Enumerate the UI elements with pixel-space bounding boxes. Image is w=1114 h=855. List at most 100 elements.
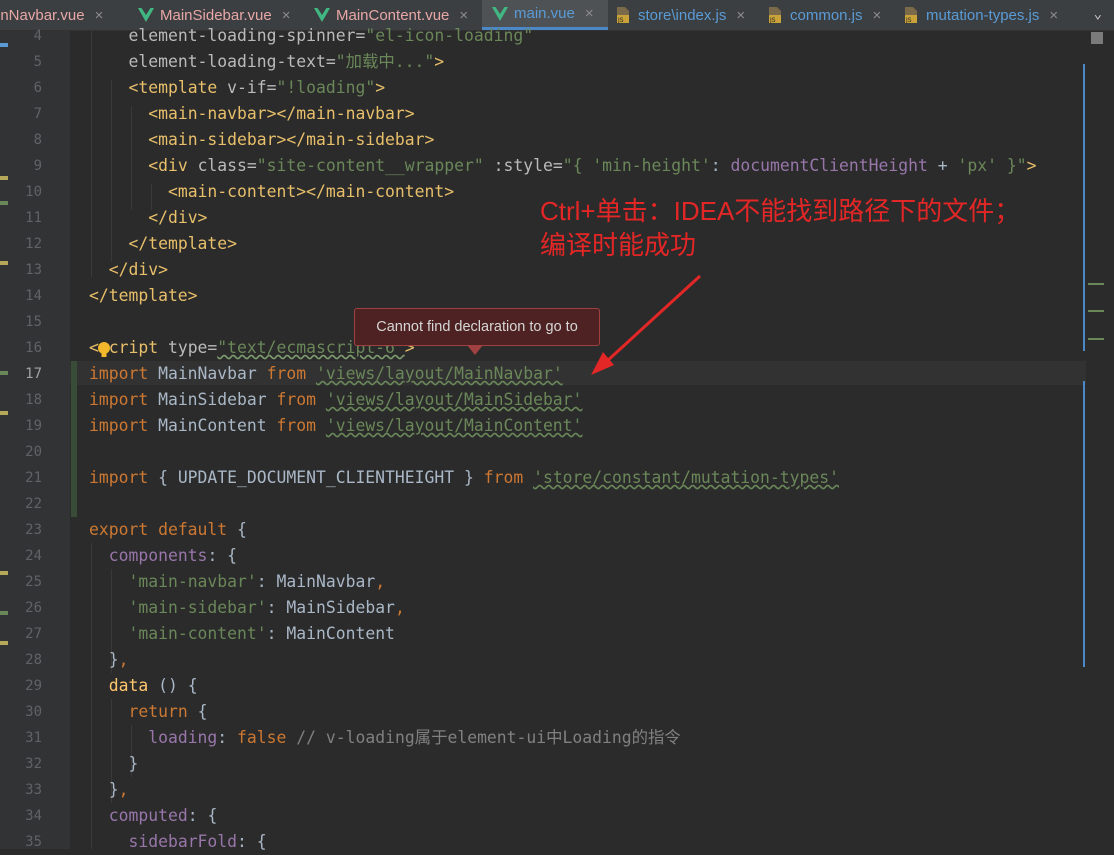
line-number: 23 [25,522,42,538]
code-line: components: { [108,546,238,565]
close-icon[interactable]: × [282,7,291,24]
tab-mutation-types-js[interactable]: JS mutation-types.js × [896,0,1078,30]
vcs-change-bar [71,361,77,517]
line-number: 24 [25,548,42,564]
code-editor[interactable]: element-loading-spinner="el-icon-loading… [70,26,1114,851]
line-number: 35 [25,834,42,850]
editor-scrollbar[interactable] [1090,31,1114,849]
marker [0,261,8,265]
close-icon[interactable]: × [459,7,468,24]
tab-label: mutation-types.js [926,6,1040,24]
error-tooltip: Cannot find declaration to go to [354,308,600,346]
line-number: 33 [25,782,42,798]
line-number: 15 [25,314,42,330]
tab-label: MainSidebar.vue [160,6,272,24]
code-line: </template> [128,234,238,253]
js-file-icon: JS [769,7,781,23]
code-line: </div> [148,208,208,227]
marker [0,371,8,375]
code-line: } [128,754,139,773]
js-file-icon: JS [905,7,917,23]
line-number: 16 [25,340,42,356]
code-line: computed: { [108,806,218,825]
marker [0,611,8,615]
line-number: 8 [33,132,42,148]
line-number: 29 [25,678,42,694]
line-number: 12 [25,236,42,252]
svg-text:JS: JS [905,17,912,23]
code-line: <main-content></main-content> [167,182,455,201]
svg-text:JS: JS [769,17,776,23]
line-number: 25 [25,574,42,590]
change-marker [1088,283,1104,285]
marker [0,571,8,575]
code-line: </div> [108,260,168,279]
marker [0,641,8,645]
close-icon[interactable]: × [585,5,594,22]
line-number: 19 [25,418,42,434]
line-number: 18 [25,392,42,408]
line-number: 27 [25,626,42,642]
vue-icon [314,8,330,22]
change-marker [1088,338,1104,340]
tab-store-index-js[interactable]: JS store\index.js × [608,0,758,30]
line-number: 7 [33,106,42,122]
line-number: 30 [25,704,42,720]
lightbulb-icon[interactable] [97,341,111,359]
line-number: 17 [25,366,42,382]
code-line: import MainContent from 'views/layout/Ma… [89,416,583,435]
tab-label: MainContent.vue [336,6,450,24]
tab-label: store\index.js [638,6,727,24]
vue-icon [138,8,154,22]
marker [0,176,8,180]
tab-list-chevron-icon[interactable]: ⌄ [1094,6,1102,22]
code-line: return { [128,702,208,721]
code-line: 'main-content': MainContent [128,624,395,643]
line-number-gutter: 4 5 6 7 8 9 10 11 12 13 14 15 16 17 18 1… [8,28,83,850]
code-line: data () { [108,676,198,695]
line-number: 22 [25,496,42,512]
code-line: export default { [89,520,247,539]
marker [0,411,8,415]
code-line: import MainNavbar from 'views/layout/Mai… [89,364,563,383]
tab-common-js[interactable]: JS common.js × [758,0,896,30]
code-line: 'main-navbar': MainNavbar, [128,572,386,591]
line-number: 14 [25,288,42,304]
change-marker [1088,310,1104,312]
svg-text:JS: JS [617,17,624,23]
close-icon[interactable]: × [95,7,104,24]
code-line: 'main-sidebar': MainSidebar, [128,598,405,617]
line-number: 32 [25,756,42,772]
error-stripe [1083,381,1085,667]
line-number: 26 [25,600,42,616]
close-icon[interactable]: × [736,7,745,24]
line-number: 34 [25,808,42,824]
close-icon[interactable]: × [1049,7,1058,24]
code-line: sidebarFold: { [128,832,267,851]
line-number: 28 [25,652,42,668]
line-number: 4 [33,28,42,44]
line-number: 31 [25,730,42,746]
marker [0,43,8,47]
error-stripe [1083,64,1085,351]
line-number: 20 [25,444,42,460]
line-number: 9 [33,158,42,174]
line-number: 5 [33,54,42,70]
code-line: element-loading-text="加载中..."> [128,52,445,71]
annotation-line: Ctrl+单击：IDEA不能找到路径下的文件； [540,196,1021,226]
line-number: 11 [25,210,42,226]
left-tool-strip [0,31,8,849]
red-annotation: Ctrl+单击：IDEA不能找到路径下的文件； 编译时能成功 [540,194,1020,262]
code-line: <main-navbar></main-navbar> [148,104,415,123]
code-line: import { UPDATE_DOCUMENT_CLIENTHEIGHT } … [89,468,839,487]
line-number: 10 [25,184,42,200]
code-line: <main-sidebar></main-sidebar> [148,130,435,149]
line-number: 6 [33,80,42,96]
tab-label: main.vue [514,5,575,22]
annotation-line: 编译时能成功 [540,230,697,260]
code-line: element-loading-spinner="el-icon-loading… [128,26,534,45]
code-line: <template v-if="!loading"> [128,78,386,97]
close-icon[interactable]: × [873,7,882,24]
scrollbar-thumb[interactable] [1091,32,1103,44]
js-file-icon: JS [617,7,629,23]
